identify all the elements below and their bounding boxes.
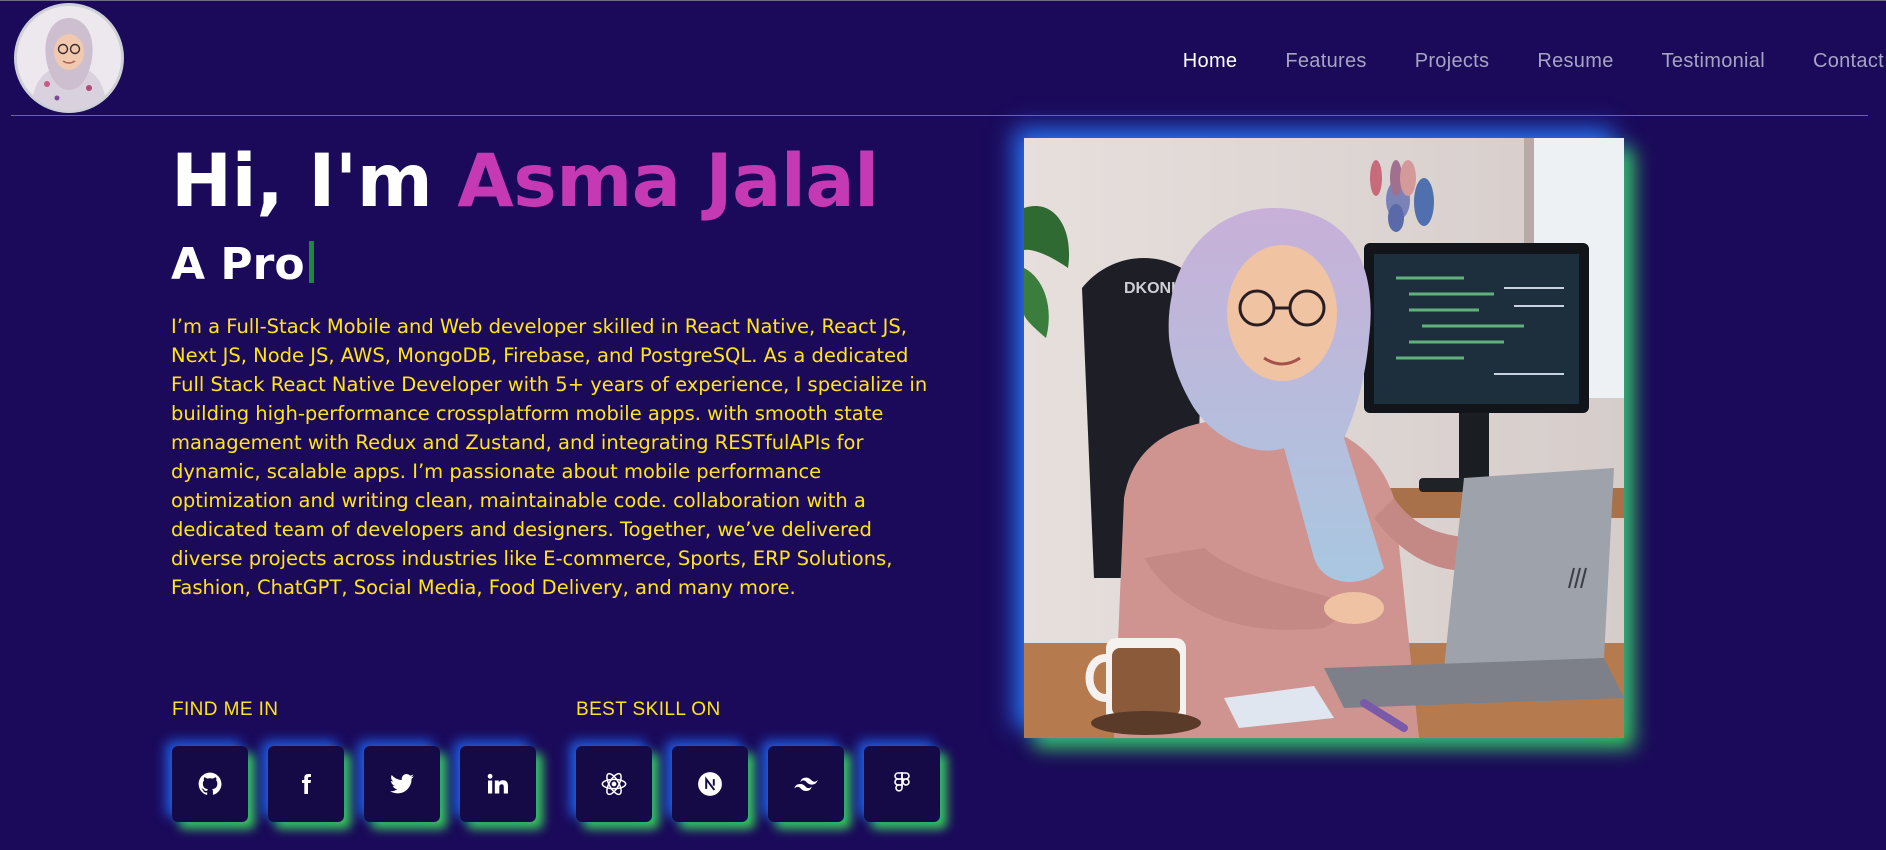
top-border — [0, 0, 1886, 1]
twitter-button[interactable] — [364, 746, 440, 822]
nav-resume[interactable]: Resume — [1537, 50, 1613, 73]
react-icon — [601, 772, 627, 796]
figma-skill-button[interactable] — [864, 746, 940, 822]
best-skill-label: BEST SKILL ON — [576, 699, 721, 720]
figma-icon — [894, 772, 910, 792]
hero-name: Asma Jalal — [457, 139, 879, 224]
avatar[interactable] — [14, 3, 124, 113]
react-skill-button[interactable] — [576, 746, 652, 822]
facebook-icon — [302, 774, 311, 794]
hero-heading: Hi, I'm Asma Jalal — [171, 136, 879, 228]
nav-features[interactable]: Features — [1285, 50, 1366, 73]
nav-projects[interactable]: Projects — [1415, 50, 1490, 73]
hero-greeting: Hi, I'm — [171, 139, 458, 224]
typing-text: A Pro — [171, 239, 305, 290]
profile-photo: DKONI — [1024, 138, 1624, 738]
nav-contact[interactable]: Contact — [1813, 50, 1884, 73]
bio-paragraph: I’m a Full-Stack Mobile and Web develope… — [171, 315, 928, 599]
twitter-icon — [390, 774, 414, 794]
nav-testimonial[interactable]: Testimonial — [1662, 50, 1765, 73]
typing-subtitle: A Pro — [171, 238, 314, 292]
nextjs-skill-button[interactable] — [672, 746, 748, 822]
github-icon — [198, 772, 222, 795]
tailwind-skill-button[interactable] — [768, 746, 844, 822]
facebook-button[interactable] — [268, 746, 344, 822]
tailwind-icon — [794, 777, 818, 791]
nextjs-icon — [698, 772, 722, 796]
find-me-label: FIND ME IN — [172, 699, 279, 720]
chair-brand-text: DKONI — [1124, 280, 1176, 297]
profile-illustration: DKONI — [1024, 138, 1624, 738]
linkedin-button[interactable] — [460, 746, 536, 822]
typing-cursor — [308, 241, 314, 283]
avatar-portrait — [17, 6, 121, 110]
github-button[interactable] — [172, 746, 248, 822]
linkedin-icon — [487, 773, 508, 794]
nav-home[interactable]: Home — [1183, 50, 1238, 73]
header-divider — [11, 115, 1868, 116]
main-nav: Home Features Projects Resume Testimonia… — [1183, 46, 1886, 76]
